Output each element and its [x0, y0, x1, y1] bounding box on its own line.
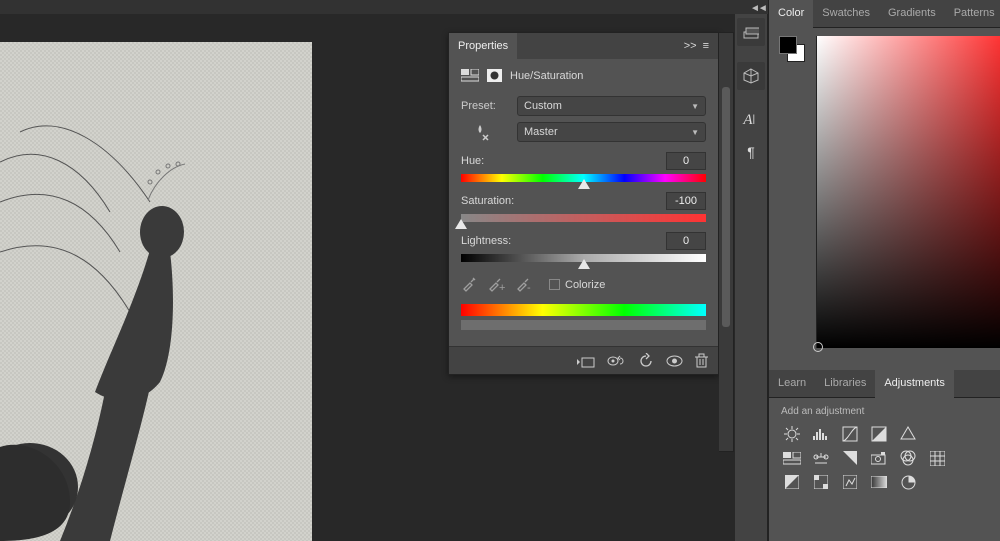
hue-slider[interactable]	[461, 174, 706, 182]
tab-libraries[interactable]: Libraries	[815, 370, 875, 398]
preset-dropdown[interactable]: Custom▼	[517, 96, 706, 116]
trash-icon[interactable]	[695, 353, 708, 368]
panel-scrollbar[interactable]	[719, 32, 734, 452]
color-picker-cursor	[813, 342, 823, 352]
tab-swatches[interactable]: Swatches	[813, 0, 879, 28]
preset-label: Preset:	[461, 100, 509, 112]
tab-patterns[interactable]: Patterns	[945, 0, 1000, 28]
document-image	[0, 42, 312, 541]
panel-menu-icon[interactable]: ≡	[703, 40, 710, 52]
saturation-value-input[interactable]: -100	[666, 192, 706, 210]
saturation-thumb[interactable]	[455, 219, 467, 229]
adjustment-type-icon	[461, 69, 479, 82]
channel-mixer-icon[interactable]	[898, 449, 918, 467]
hue-thumb[interactable]	[578, 179, 590, 189]
selective-color-icon[interactable]	[898, 473, 918, 491]
levels-icon[interactable]	[811, 425, 831, 443]
properties-panel: Properties >> ≡ Hue/Saturation Preset: C…	[448, 32, 719, 375]
scrollbar-thumb[interactable]	[722, 87, 730, 327]
fg-color-swatch[interactable]	[779, 36, 797, 54]
black-white-icon[interactable]	[840, 449, 860, 467]
brightness-contrast-icon[interactable]	[782, 425, 802, 443]
layers-icon[interactable]	[737, 18, 765, 46]
tab-color[interactable]: Color	[769, 0, 813, 28]
color-field[interactable]	[816, 36, 1000, 348]
posterize-icon[interactable]	[811, 473, 831, 491]
fg-bg-swatches[interactable]	[779, 36, 805, 62]
collapsed-dock: A▏ ¶	[735, 14, 768, 541]
color-lookup-icon[interactable]	[927, 449, 947, 467]
svg-text:-: -	[527, 282, 531, 292]
lightness-value-input[interactable]: 0	[666, 232, 706, 250]
collapse-panel-icon[interactable]: >>	[684, 40, 697, 52]
layer-mask-icon[interactable]	[487, 69, 502, 82]
chevron-down-icon: ▼	[691, 128, 699, 137]
svg-text:+: +	[499, 282, 505, 292]
channel-dropdown[interactable]: Master▼	[517, 122, 706, 142]
tab-properties[interactable]: Properties	[449, 33, 517, 61]
hue-saturation-icon[interactable]	[782, 449, 802, 467]
tab-gradients[interactable]: Gradients	[879, 0, 945, 28]
bottom-panel-tabs: Learn Libraries Adjustments	[769, 370, 1000, 398]
curves-icon[interactable]	[840, 425, 860, 443]
reset-icon[interactable]	[639, 353, 654, 368]
tab-learn[interactable]: Learn	[769, 370, 815, 398]
panel-footer	[449, 346, 718, 374]
vibrance-icon[interactable]	[898, 425, 918, 443]
invert-icon[interactable]	[782, 473, 802, 491]
hue-label: Hue:	[461, 155, 484, 167]
eyedropper-add-icon[interactable]: +	[487, 276, 505, 292]
eyedropper-icon[interactable]	[461, 276, 477, 292]
chevron-down-icon: ▼	[691, 102, 699, 111]
gradient-map-icon[interactable]	[869, 473, 889, 491]
color-balance-icon[interactable]	[811, 449, 831, 467]
tab-adjustments[interactable]: Adjustments	[875, 370, 954, 398]
paragraph-panel-icon[interactable]: ¶	[737, 138, 765, 166]
threshold-icon[interactable]	[840, 473, 860, 491]
photo-filter-icon[interactable]	[869, 449, 889, 467]
adjustment-type-label: Hue/Saturation	[510, 70, 583, 82]
adjustments-grid	[769, 420, 1000, 496]
saturation-label: Saturation:	[461, 195, 514, 207]
hue-range-bar-top[interactable]	[461, 304, 706, 316]
3d-icon[interactable]	[737, 62, 765, 90]
clip-to-layer-icon[interactable]	[577, 354, 595, 368]
lightness-label: Lightness:	[461, 235, 511, 247]
adjustments-header: Add an adjustment	[769, 398, 1000, 420]
fairy-illustration	[0, 42, 312, 541]
view-previous-state-icon[interactable]	[607, 355, 627, 367]
eyedropper-subtract-icon[interactable]: -	[515, 276, 533, 292]
exposure-icon[interactable]	[869, 425, 889, 443]
lightness-thumb[interactable]	[578, 259, 590, 269]
lightness-slider[interactable]	[461, 254, 706, 262]
colorize-checkbox[interactable]: Colorize	[549, 277, 605, 291]
character-panel-icon[interactable]: A▏	[737, 106, 765, 134]
dock-collapse-icon[interactable]: ◄◄	[750, 3, 766, 14]
hue-range-bar-bottom[interactable]	[461, 320, 706, 330]
visibility-icon[interactable]	[666, 355, 683, 367]
targeted-adjust-icon[interactable]	[461, 123, 509, 141]
saturation-slider[interactable]	[461, 214, 706, 222]
hue-value-input[interactable]: 0	[666, 152, 706, 170]
color-panel-tabs: Color Swatches Gradients Patterns	[769, 0, 1000, 28]
right-dock: Color Swatches Gradients Patterns Learn …	[768, 0, 1000, 541]
